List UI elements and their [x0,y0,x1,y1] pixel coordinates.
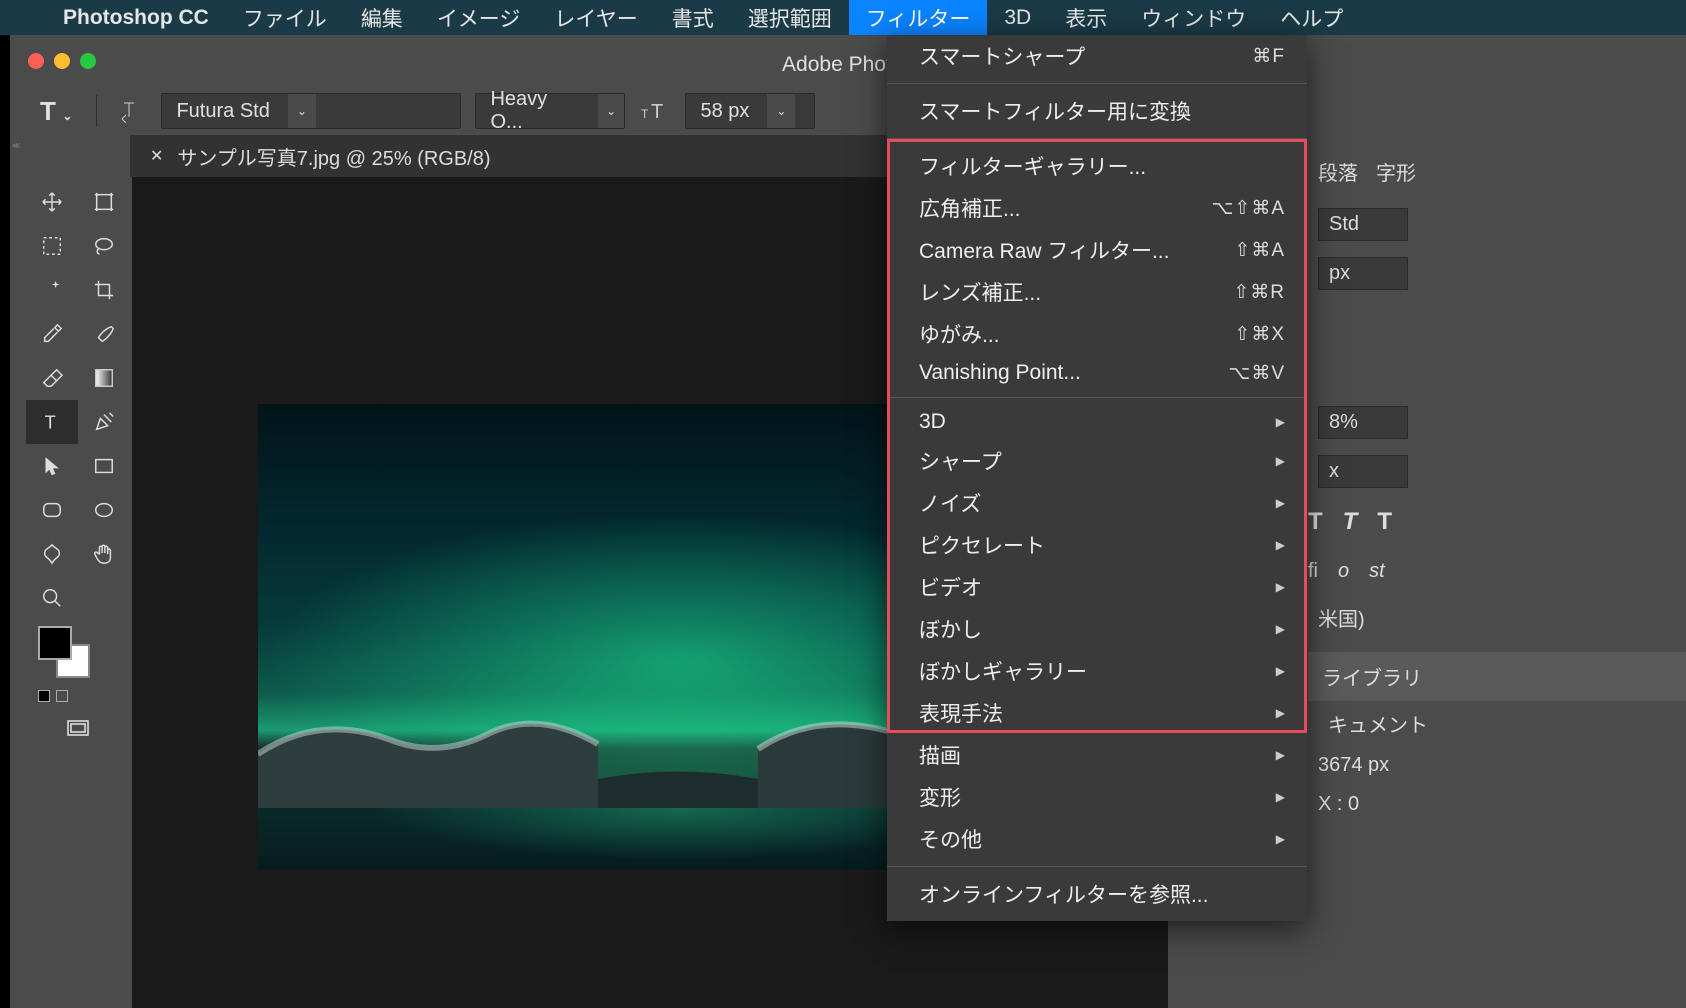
menu-item-filter-gallery[interactable]: フィルターギャラリー... [887,145,1307,187]
submenu-video[interactable]: ビデオ [887,566,1307,608]
rounded-rect-tool[interactable] [26,488,78,532]
panel-tab-paragraph[interactable]: 段落 [1318,157,1358,186]
filter-menu-dropdown: スマートシャープ⌘F スマートフィルター用に変換 フィルターギャラリー... 広… [887,35,1307,921]
menu-app[interactable]: Photoshop CC [46,0,226,35]
panel-document-label: キュメント [1328,709,1428,738]
panel-locale: 米国) [1318,603,1365,632]
dropdown-icon: ⌄ [598,94,625,128]
submenu-blur[interactable]: ぼかし [887,608,1307,650]
rectangle-tool[interactable] [78,444,130,488]
dropdown-icon: ⌄ [288,94,316,128]
magic-wand-tool[interactable] [26,268,78,312]
menu-item-last-filter[interactable]: スマートシャープ⌘F [887,35,1307,77]
eyedropper-tool[interactable] [26,312,78,356]
menu-filter[interactable]: フィルター [849,0,988,35]
menu-edit[interactable]: 編集 [344,0,420,35]
zoom-tool[interactable] [26,576,78,620]
submenu-render[interactable]: 描画 [887,734,1307,776]
submenu-sharpen[interactable]: シャープ [887,440,1307,482]
font-size-icon: TT [639,95,671,127]
svg-text:T: T [651,101,663,122]
screen-mode-button[interactable] [26,704,130,754]
menu-view[interactable]: 表示 [1048,0,1124,35]
color-swatches[interactable] [26,620,130,688]
type-tool[interactable]: T [26,400,78,444]
submenu-stylize[interactable]: 表現手法 [887,692,1307,734]
font-family-value: Futura Std [176,100,269,123]
brush-tool[interactable] [78,312,130,356]
artboard-tool[interactable] [78,180,130,224]
document-tab-label[interactable]: サンプル写真7.jpg @ 25% (RGB/8) [177,142,490,171]
pen-tool[interactable] [78,400,130,444]
lasso-tool[interactable] [78,224,130,268]
menu-item-lens-correction[interactable]: レンズ補正...⇧⌘R [887,271,1307,313]
foreground-color-swatch[interactable] [38,626,72,660]
submenu-3d[interactable]: 3D [887,404,1307,440]
text-orientation-icon[interactable] [115,95,147,127]
window-title: Adobe Photos [10,53,1686,77]
submenu-distort[interactable]: 変形 [887,776,1307,818]
hand-tool[interactable] [78,532,130,576]
menu-type[interactable]: 書式 [655,0,731,35]
panel-font-value[interactable]: Std [1318,208,1408,241]
font-size-select[interactable]: 58 px ⌄ [685,93,815,129]
font-size-value: 58 px [700,100,749,123]
custom-shape-tool[interactable] [26,532,78,576]
collapsed-panel-rail[interactable]: ≪ [10,135,26,1008]
app-window: Adobe Photos T ⌄ Futura Std ⌄ Heavy O...… [10,35,1686,1008]
menu-item-liquify[interactable]: ゆがみ...⇧⌘X [887,313,1307,355]
svg-text:T: T [641,107,649,121]
ellipse-tool[interactable] [78,488,130,532]
options-bar: T ⌄ Futura Std ⌄ Heavy O... ⌄ TT 58 px ⌄ [10,87,1686,135]
marquee-tool[interactable] [26,224,78,268]
panel-percent-value[interactable]: 8% [1318,406,1408,439]
menu-help[interactable]: ヘルプ [1263,0,1360,35]
submenu-pixelate[interactable]: ピクセレート [887,524,1307,566]
submenu-noise[interactable]: ノイズ [887,482,1307,524]
quick-mask-toggle[interactable] [26,688,130,704]
submenu-other[interactable]: その他 [887,818,1307,860]
menu-item-browse-online[interactable]: オンラインフィルターを参照... [887,873,1307,915]
menu-item-camera-raw[interactable]: Camera Raw フィルター...⇧⌘A [887,229,1307,271]
menu-image[interactable]: イメージ [420,0,538,35]
menu-layer[interactable]: レイヤー [537,0,654,35]
font-family-select[interactable]: Futura Std ⌄ [161,93,461,129]
menu-file[interactable]: ファイル [226,0,344,35]
menu-3d[interactable]: 3D [987,0,1048,35]
panel-size-value[interactable]: px [1318,257,1408,290]
move-tool[interactable] [26,180,78,224]
submenu-blur-gallery[interactable]: ぼかしギャラリー [887,650,1307,692]
panel-tab-libraries[interactable]: ライブラリ [1322,662,1422,691]
crop-tool[interactable] [78,268,130,312]
gradient-tool[interactable] [78,356,130,400]
tools-panel: T [26,180,130,1008]
menu-item-vanishing-point[interactable]: Vanishing Point...⌥⌘V [887,355,1307,391]
panel-tab-glyphs[interactable]: 字形 [1376,157,1416,186]
font-weight-value: Heavy O... [490,88,579,134]
font-weight-select[interactable]: Heavy O... ⌄ [475,93,625,129]
svg-text:T: T [45,411,56,432]
close-tab-icon[interactable]: ✕ [150,146,163,166]
macos-menubar: Photoshop CC ファイル 編集 イメージ レイヤー 書式 選択範囲 フ… [0,0,1686,35]
path-select-tool[interactable] [26,444,78,488]
menu-item-wide-angle[interactable]: 広角補正...⌥⇧⌘A [887,187,1307,229]
dropdown-icon: ⌄ [767,94,795,128]
tool-indicator[interactable]: T ⌄ [40,96,78,127]
eraser-tool[interactable] [26,356,78,400]
panel-unit-value[interactable]: x [1318,455,1408,488]
menu-item-convert-smart[interactable]: スマートフィルター用に変換 [887,90,1307,132]
menu-window[interactable]: ウィンドウ [1124,0,1263,35]
menu-select[interactable]: 選択範囲 [731,0,849,35]
